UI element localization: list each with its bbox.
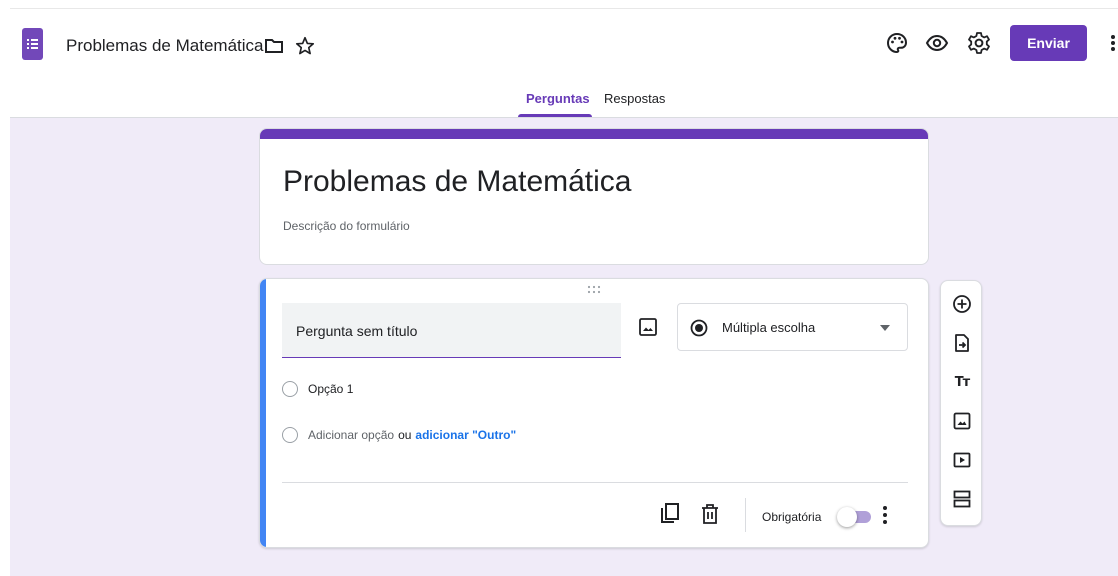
form-description-field[interactable]: Descrição do formulário xyxy=(283,219,410,233)
question-title-placeholder: Pergunta sem título xyxy=(296,323,418,339)
radio-option-icon xyxy=(282,427,298,443)
card-footer-divider xyxy=(282,482,908,483)
add-other-link[interactable]: adicionar "Outro" xyxy=(415,428,516,442)
or-text: ou xyxy=(398,428,412,442)
question-card[interactable]: Pergunta sem título Múltipla escolha Opç… xyxy=(259,278,929,548)
question-type-dropdown[interactable]: Múltipla escolha xyxy=(677,303,908,351)
required-label: Obrigatória xyxy=(762,510,822,524)
radio-option-icon xyxy=(282,381,298,397)
question-more-icon[interactable] xyxy=(882,505,888,525)
duplicate-icon[interactable] xyxy=(658,502,680,526)
star-icon[interactable] xyxy=(294,35,316,57)
add-image-tool-icon[interactable] xyxy=(951,410,973,432)
palette-icon[interactable] xyxy=(885,31,909,55)
title-glyph: Tт xyxy=(954,374,970,390)
add-section-icon[interactable] xyxy=(951,488,973,510)
form-title[interactable]: Problemas de Matemática xyxy=(283,165,632,199)
settings-gear-icon[interactable] xyxy=(967,31,991,55)
add-title-icon[interactable]: Tт xyxy=(951,371,973,393)
send-button[interactable]: Enviar xyxy=(1010,25,1087,61)
delete-icon[interactable] xyxy=(701,503,719,525)
question-card-focus-accent xyxy=(260,279,266,547)
folder-icon[interactable] xyxy=(264,37,284,55)
required-toggle[interactable] xyxy=(837,507,873,527)
add-image-icon[interactable] xyxy=(638,317,658,337)
preview-eye-icon[interactable] xyxy=(925,31,949,55)
top-header: Problemas de Matemática Enviar Perguntas… xyxy=(0,0,1118,118)
add-option-row: Adicionar opção ou adicionar "Outro" xyxy=(282,425,516,445)
dropdown-arrow-icon xyxy=(880,325,890,331)
add-option-link[interactable]: Adicionar opção xyxy=(308,428,394,442)
option-label[interactable]: Opção 1 xyxy=(308,382,353,396)
radio-button-checked-icon xyxy=(690,319,708,337)
active-tab-indicator xyxy=(518,114,592,117)
footer-separator xyxy=(745,498,746,532)
toggle-thumb xyxy=(837,507,857,527)
option-row[interactable]: Opção 1 xyxy=(282,379,353,399)
question-type-label: Múltipla escolha xyxy=(722,320,816,335)
document-title[interactable]: Problemas de Matemática xyxy=(66,36,263,56)
add-video-icon[interactable] xyxy=(951,449,973,471)
form-title-card[interactable]: Problemas de Matemática Descrição do for… xyxy=(259,128,929,265)
left-margin xyxy=(0,0,10,576)
forms-app-icon[interactable] xyxy=(22,28,43,60)
header-top-border xyxy=(0,8,1118,9)
import-questions-icon[interactable] xyxy=(951,332,973,354)
add-question-icon[interactable] xyxy=(951,293,973,315)
more-vert-icon[interactable] xyxy=(1108,31,1118,55)
title-card-accent-bar xyxy=(260,129,928,139)
tab-perguntas[interactable]: Perguntas xyxy=(526,91,590,106)
tab-respostas[interactable]: Respostas xyxy=(604,91,665,106)
drag-handle-icon[interactable] xyxy=(587,285,601,295)
question-title-input[interactable]: Pergunta sem título xyxy=(282,303,621,358)
floating-toolbar: Tт xyxy=(940,280,982,526)
